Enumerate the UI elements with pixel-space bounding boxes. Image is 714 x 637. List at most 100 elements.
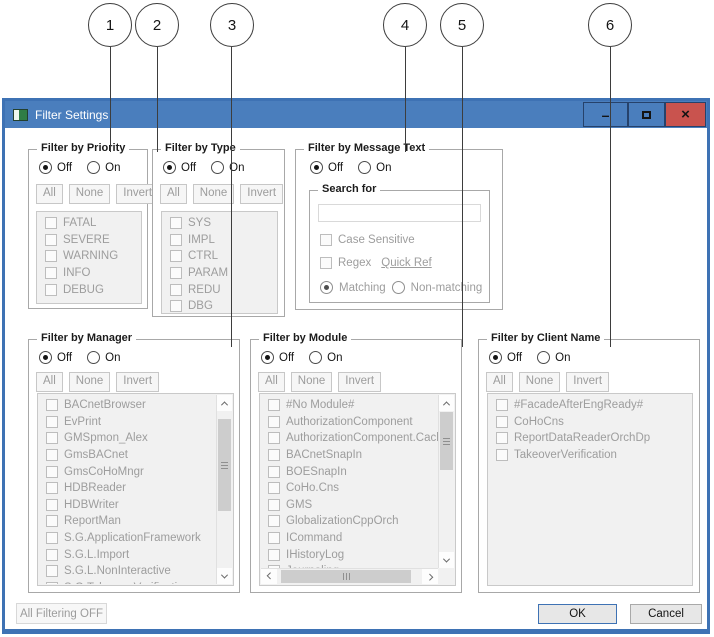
type-all-button[interactable]: All [160,184,187,204]
item-checkbox[interactable] [268,499,280,511]
client-off-radio[interactable] [489,351,502,364]
item-checkbox[interactable] [46,549,58,561]
item-checkbox[interactable] [268,482,280,494]
list-item[interactable]: CoHo.Cns [261,480,438,497]
item-checkbox[interactable] [268,532,280,544]
scrollbar-thumb[interactable] [281,570,411,583]
list-item[interactable]: INFO [38,265,140,282]
list-item[interactable]: WARNING [38,248,140,265]
item-checkbox[interactable] [46,582,58,584]
module-off-radio[interactable] [261,351,274,364]
list-item[interactable]: SEVERE [38,232,140,249]
client-listbox[interactable]: #FacadeAfterEngReady# CoHoCns ReportData… [487,393,693,586]
module-vertical-scrollbar[interactable] [438,395,454,568]
module-on-radio[interactable] [309,351,322,364]
list-item[interactable]: IHistoryLog [261,546,438,563]
manager-vertical-scrollbar[interactable] [216,395,232,584]
list-item[interactable]: IMPL [163,232,276,249]
item-checkbox[interactable] [46,499,58,511]
minimize-button[interactable]: – [583,102,628,127]
list-item[interactable]: SYS [163,215,276,232]
item-checkbox[interactable] [46,432,58,444]
list-item[interactable]: #FacadeAfterEngReady# [489,397,691,414]
scroll-down-button[interactable] [217,568,232,584]
list-item[interactable]: GmsCoHoMngr [39,463,216,480]
list-item[interactable]: FATAL [38,215,140,232]
priority-on-radio[interactable] [87,161,100,174]
module-none-button[interactable]: None [291,372,333,392]
item-checkbox[interactable] [45,250,57,262]
list-item[interactable]: #No Module# [261,397,438,414]
message-on-radio[interactable] [358,161,371,174]
type-listbox[interactable]: SYS IMPL CTRL [161,211,278,314]
list-item[interactable]: CTRL [163,248,276,265]
module-horizontal-scrollbar[interactable] [261,568,438,584]
list-item[interactable]: ReportMan [39,513,216,530]
client-all-button[interactable]: All [486,372,513,392]
manager-all-button[interactable]: All [36,372,63,392]
scroll-left-button[interactable] [261,569,277,584]
module-invert-button[interactable]: Invert [338,372,381,392]
type-off-radio[interactable] [163,161,176,174]
list-item[interactable]: REDU [163,281,276,298]
priority-all-button[interactable]: All [36,184,63,204]
item-checkbox[interactable] [46,416,58,428]
item-checkbox[interactable] [268,449,280,461]
client-on-radio[interactable] [537,351,550,364]
item-checkbox[interactable] [45,267,57,279]
item-checkbox[interactable] [496,432,508,444]
maximize-button[interactable] [628,102,665,127]
list-item[interactable]: ReportDataReaderOrchDp [489,430,691,447]
cancel-button[interactable]: Cancel [630,604,702,624]
item-checkbox[interactable] [268,416,280,428]
all-filtering-off-button[interactable]: All Filtering OFF [16,603,107,624]
scrollbar-thumb[interactable] [440,412,453,470]
list-item[interactable]: EvPrint [39,414,216,431]
item-checkbox[interactable] [46,466,58,478]
list-item[interactable]: GMSpmon_Alex [39,430,216,447]
scroll-up-button[interactable] [439,395,454,411]
case-sensitive-checkbox[interactable] [320,234,332,246]
type-none-button[interactable]: None [193,184,235,204]
list-item[interactable]: S.G.TakeoverVerification [39,580,216,584]
scroll-right-button[interactable] [422,569,438,584]
list-item[interactable]: GMS [261,497,438,514]
list-item[interactable]: CoHoCns [489,414,691,431]
list-item[interactable]: S.G.L.NonInteractive [39,563,216,580]
matching-radio[interactable] [320,281,333,294]
item-checkbox[interactable] [170,250,182,262]
item-checkbox[interactable] [46,449,58,461]
client-invert-button[interactable]: Invert [566,372,609,392]
manager-on-radio[interactable] [87,351,100,364]
ok-button[interactable]: OK [538,604,617,624]
non-matching-radio[interactable] [392,281,405,294]
item-checkbox[interactable] [170,284,182,296]
item-checkbox[interactable] [45,217,57,229]
priority-none-button[interactable]: None [69,184,111,204]
item-checkbox[interactable] [45,284,57,296]
list-item[interactable]: BACnetSnapIn [261,447,438,464]
list-item[interactable]: BACnetBrowser [39,397,216,414]
manager-listbox[interactable]: BACnetBrowser EvPrint GMSpmon_Alex [37,393,234,586]
list-item[interactable]: AuthorizationComponent [261,414,438,431]
search-input[interactable] [318,204,481,222]
list-item[interactable]: DEBUG [38,281,140,298]
list-item[interactable]: ICommand [261,530,438,547]
list-item[interactable]: PARAM [163,265,276,282]
type-on-radio[interactable] [211,161,224,174]
client-none-button[interactable]: None [519,372,561,392]
list-item[interactable]: S.G.L.Import [39,546,216,563]
item-checkbox[interactable] [268,466,280,478]
item-checkbox[interactable] [170,300,182,312]
item-checkbox[interactable] [268,515,280,527]
item-checkbox[interactable] [268,432,280,444]
item-checkbox[interactable] [496,416,508,428]
list-item[interactable]: BOESnapIn [261,463,438,480]
item-checkbox[interactable] [170,217,182,229]
module-listbox[interactable]: #No Module# AuthorizationComponent Autho… [259,393,456,586]
message-off-radio[interactable] [310,161,323,174]
item-checkbox[interactable] [170,234,182,246]
list-item[interactable]: HDBReader [39,480,216,497]
item-checkbox[interactable] [268,549,280,561]
item-checkbox[interactable] [46,532,58,544]
